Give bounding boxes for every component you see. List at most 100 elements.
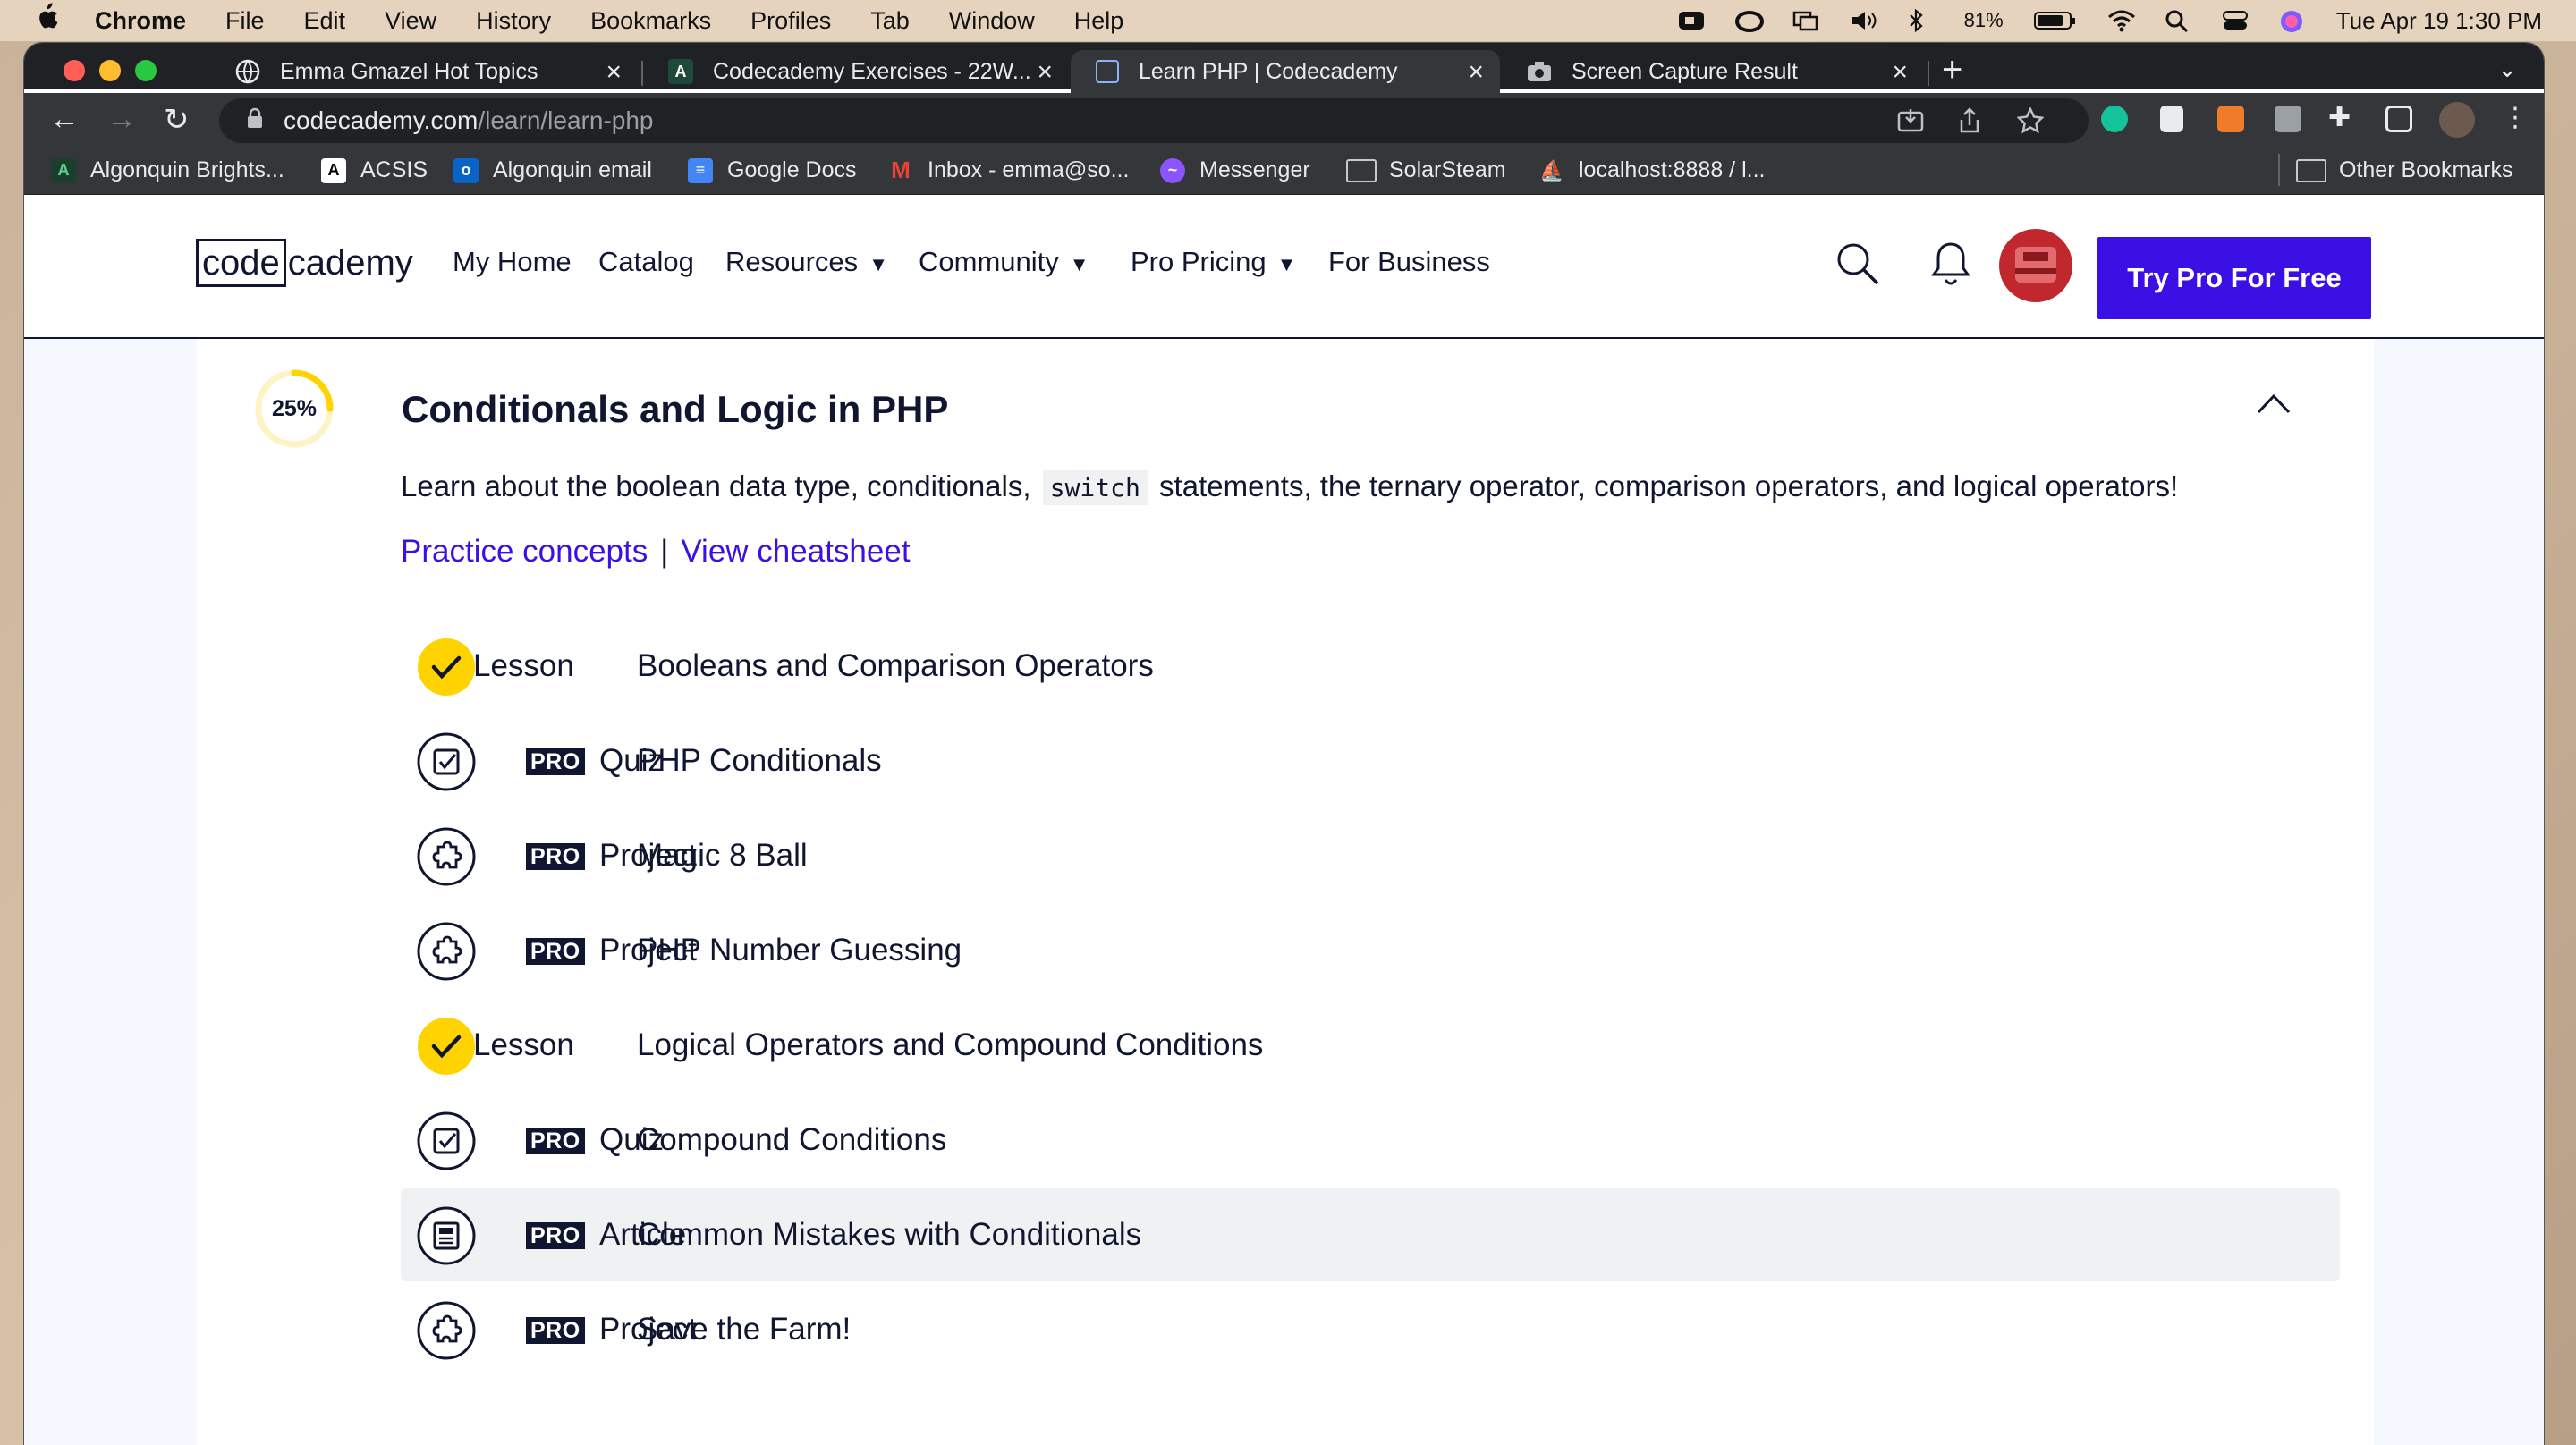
url-host: codecademy.com xyxy=(284,106,479,134)
side-panel-icon[interactable] xyxy=(2385,106,2412,132)
lock-icon[interactable] xyxy=(246,107,264,135)
menu-window[interactable]: Window xyxy=(949,7,1035,35)
quiz-icon xyxy=(417,732,476,791)
tab-emma-hot-topics[interactable]: Emma Gmazel Hot Topics × xyxy=(210,50,638,93)
share-icon[interactable] xyxy=(1958,107,1981,140)
item-title[interactable]: Compound Conditions xyxy=(637,1122,946,1158)
item-title[interactable]: Booleans and Comparison Operators xyxy=(637,648,1154,684)
new-tab-button[interactable]: + xyxy=(1942,50,1962,90)
bookmark-gmail-inbox[interactable]: M Inbox - emma@so... xyxy=(888,156,1129,183)
apple-icon[interactable] xyxy=(34,3,70,38)
chrome-menu-icon[interactable]: ⋮ xyxy=(2502,102,2529,133)
item-title[interactable]: Save the Farm! xyxy=(637,1312,851,1348)
install-app-icon[interactable] xyxy=(1897,107,1924,140)
menu-history[interactable]: History xyxy=(476,7,551,35)
tab-codecademy-exercises[interactable]: A Codecademy Exercises - 22W... × xyxy=(643,50,1069,93)
caret-down-icon: ▼ xyxy=(1276,253,1297,275)
try-pro-button[interactable]: Try Pro For Free xyxy=(2097,237,2371,319)
item-title[interactable]: Logical Operators and Compound Condition… xyxy=(637,1027,1263,1063)
siri-icon[interactable] xyxy=(2279,9,2306,32)
reload-icon[interactable]: ↻ xyxy=(164,102,190,138)
menu-edit[interactable]: Edit xyxy=(304,7,346,35)
volume-icon[interactable] xyxy=(1850,9,1877,32)
forward-arrow-icon[interactable]: → xyxy=(106,102,137,137)
collapse-chevron-up-icon[interactable] xyxy=(2256,391,2292,420)
user-avatar[interactable] xyxy=(1999,229,2072,302)
item-title[interactable]: Magic 8 Ball xyxy=(637,838,808,874)
minimize-window-button[interactable] xyxy=(99,60,121,81)
clock[interactable]: Tue Apr 19 1:30 PM xyxy=(2336,7,2542,35)
codecademy-logo[interactable]: code cademy xyxy=(196,239,413,287)
nav-community[interactable]: Community ▼ xyxy=(919,246,1089,278)
control-center-icon[interactable] xyxy=(2222,9,2249,32)
close-tab-icon[interactable]: × xyxy=(606,57,622,88)
zoom-window-button[interactable] xyxy=(135,60,157,81)
bookmark-localhost[interactable]: ⛵ localhost:8888 / l... xyxy=(1539,157,1765,183)
tab-screen-capture[interactable]: Screen Capture Result × xyxy=(1502,50,1924,93)
bookmark-messenger[interactable]: ~ Messenger xyxy=(1160,157,1310,183)
module-item-row[interactable]: PRO Project Save the Farm! xyxy=(401,1283,2340,1376)
screen-capture-extension-icon[interactable] xyxy=(2275,106,2301,132)
mac-menu-bar: Chrome File Edit View History Bookmarks … xyxy=(0,0,2576,41)
document-extension-icon[interactable] xyxy=(2160,106,2183,132)
menu-file[interactable]: File xyxy=(225,7,265,35)
spotlight-search-icon[interactable] xyxy=(2165,9,2191,33)
bookmark-star-icon[interactable] xyxy=(2016,106,2045,140)
view-cheatsheet-link[interactable]: View cheatsheet xyxy=(681,534,910,569)
bookmark-algonquin-email[interactable]: o Algonquin email xyxy=(453,157,652,183)
nav-catalog[interactable]: Catalog xyxy=(598,246,694,278)
extensions-puzzle-icon[interactable]: ✚ xyxy=(2328,102,2351,133)
item-title[interactable]: PHP Number Guessing xyxy=(637,933,962,968)
tab-learn-php[interactable]: Learn PHP | Codecademy × xyxy=(1071,50,1500,93)
tab-search-chevron-icon[interactable]: ⌄ xyxy=(2497,55,2517,83)
profile-avatar-icon[interactable] xyxy=(2439,102,2475,138)
bookmark-other-bookmarks[interactable]: Other Bookmarks xyxy=(2296,157,2513,183)
module-item-row[interactable]: Lesson Booleans and Comparison Operators xyxy=(401,620,2340,713)
module-item-row[interactable]: PRO Article Common Mistakes with Condition… xyxy=(401,1188,2340,1281)
menu-tab[interactable]: Tab xyxy=(870,7,910,35)
close-tab-icon[interactable]: × xyxy=(1037,57,1053,88)
item-title[interactable]: Common Mistakes with Conditionals xyxy=(637,1217,1141,1253)
module-item-row[interactable]: PRO Project PHP Number Guessing xyxy=(401,904,2340,997)
bookmark-label: Algonquin email xyxy=(493,157,652,182)
module-item-row[interactable]: PRO Project Magic 8 Ball xyxy=(401,809,2340,902)
menu-view[interactable]: View xyxy=(385,7,436,35)
nav-pro-pricing[interactable]: Pro Pricing ▼ xyxy=(1131,246,1296,278)
address-bar[interactable]: codecademy.com/learn/learn-php xyxy=(219,98,2089,143)
module-item-row[interactable]: PRO Quiz Compound Conditions xyxy=(401,1094,2340,1187)
menu-help[interactable]: Help xyxy=(1074,7,1124,35)
search-icon[interactable] xyxy=(1835,241,1881,292)
notification-bell-icon[interactable] xyxy=(1931,239,1970,293)
practice-concepts-link[interactable]: Practice concepts xyxy=(401,534,648,569)
nav-my-home[interactable]: My Home xyxy=(453,246,572,278)
close-tab-icon[interactable]: × xyxy=(1892,57,1908,88)
tab-strip: Emma Gmazel Hot Topics × A Codecademy Ex… xyxy=(24,43,2544,93)
module-item-row[interactable]: Lesson Logical Operators and Compound Con… xyxy=(401,999,2340,1092)
menu-bookmarks[interactable]: Bookmarks xyxy=(590,7,711,35)
bookmark-acsis[interactable]: A ACSIS xyxy=(321,157,428,183)
nav-for-business[interactable]: For Business xyxy=(1328,246,1490,278)
bookmark-google-docs[interactable]: ≡ Google Docs xyxy=(688,157,857,183)
module-item-row[interactable]: PRO Quiz PHP Conditionals xyxy=(401,714,2340,807)
menu-app-name[interactable]: Chrome xyxy=(95,7,186,35)
article-icon xyxy=(417,1206,476,1265)
bookmark-algonquin-brightspace[interactable]: A Algonquin Brights... xyxy=(51,157,284,183)
close-window-button[interactable] xyxy=(64,60,85,81)
back-arrow-icon[interactable]: ← xyxy=(49,102,80,137)
grammarly-icon[interactable] xyxy=(2101,106,2128,132)
extension-badge-icon[interactable] xyxy=(2217,106,2244,132)
bookmark-folder-solarsteam[interactable]: SolarSteam xyxy=(1346,157,1506,183)
description-text: Learn about the boolean data type, condi… xyxy=(401,469,1031,503)
battery-icon[interactable] xyxy=(2033,9,2077,32)
video-icon[interactable] xyxy=(1678,9,1705,32)
item-title[interactable]: PHP Conditionals xyxy=(637,743,882,779)
pro-badge: PRO xyxy=(526,1317,585,1344)
screens-icon[interactable] xyxy=(1792,9,1819,32)
bluetooth-icon[interactable] xyxy=(1907,8,1934,33)
menu-profiles[interactable]: Profiles xyxy=(750,7,831,35)
close-tab-icon[interactable]: × xyxy=(1468,57,1484,88)
wifi-icon[interactable] xyxy=(2107,9,2135,32)
creative-cloud-icon[interactable] xyxy=(1734,9,1764,32)
nav-resources[interactable]: Resources ▼ xyxy=(725,246,888,278)
module-card: 25% Conditionals and Logic in PHP Learn … xyxy=(197,339,2374,1445)
